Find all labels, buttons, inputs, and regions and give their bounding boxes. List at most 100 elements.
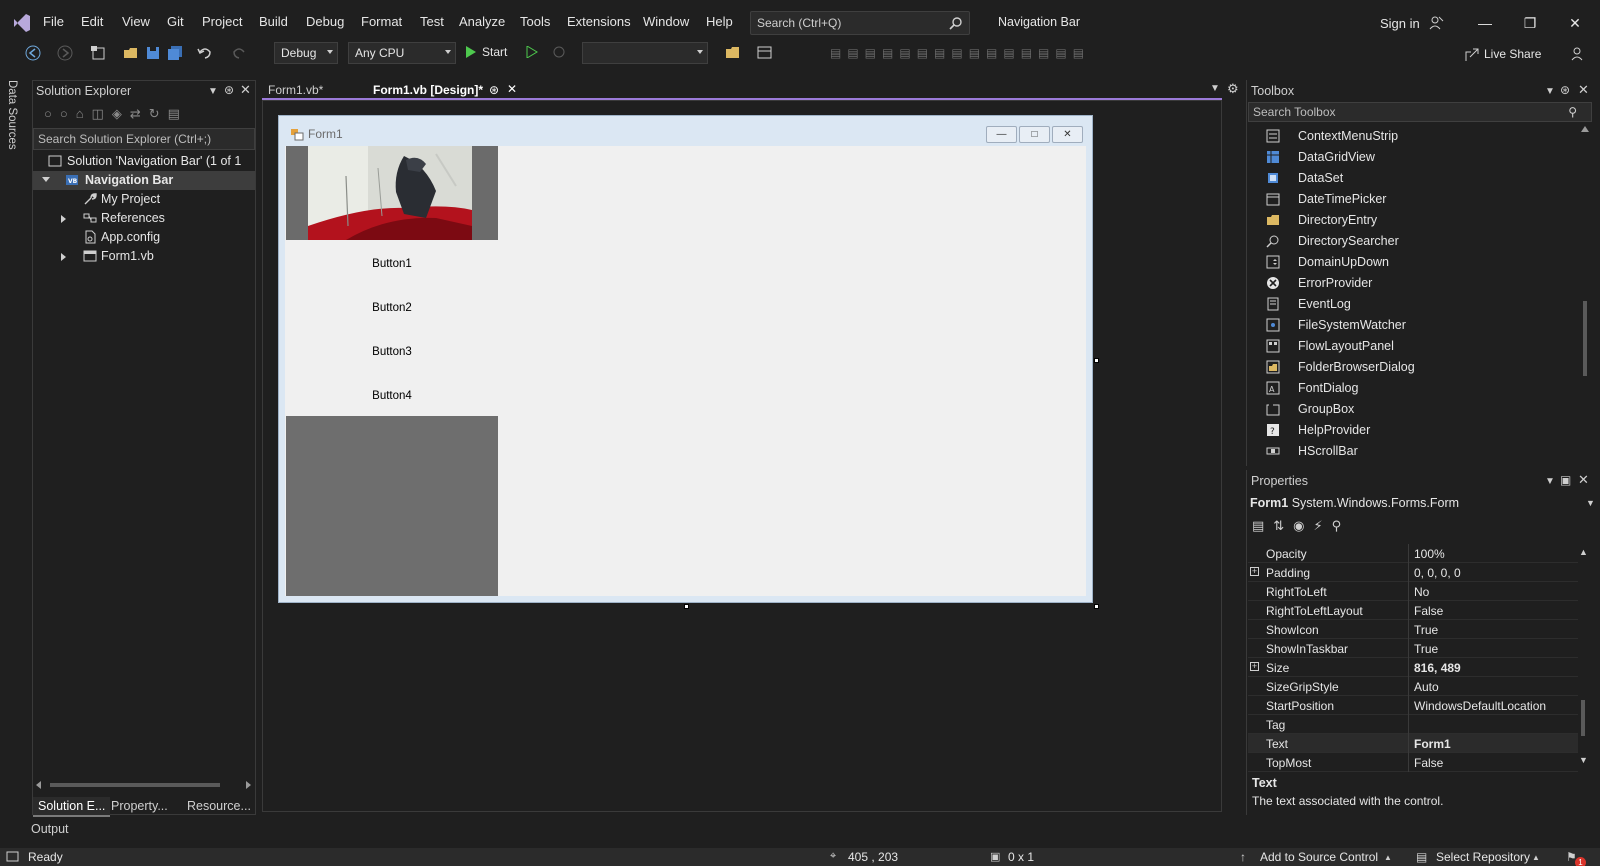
minimize-window-button[interactable]: — xyxy=(1470,10,1500,36)
open-file-icon[interactable] xyxy=(122,44,140,62)
global-search-input[interactable]: Search (Ctrl+Q) xyxy=(750,11,970,35)
property-value[interactable]: False xyxy=(1414,604,1443,618)
menu-view[interactable]: View xyxy=(122,14,150,29)
expand-plus-icon[interactable]: + xyxy=(1250,567,1259,576)
property-row[interactable]: Text Form1 xyxy=(1248,734,1578,753)
properties-toolbar[interactable]: ▤⇅◉⚡⚲ xyxy=(1252,518,1350,534)
configuration-dropdown[interactable]: Debug xyxy=(274,42,338,64)
tree-item-references[interactable]: References xyxy=(33,209,255,228)
save-all-icon[interactable] xyxy=(166,44,184,62)
toolbox-item[interactable]: DirectoryEntry xyxy=(1266,210,1566,231)
tab-list-chevron-down-icon[interactable]: ▼ xyxy=(1210,83,1220,94)
hot-reload-icon[interactable] xyxy=(552,45,566,59)
properties-scroll-thumb[interactable] xyxy=(1581,700,1585,736)
close-icon[interactable]: ✕ xyxy=(1578,82,1589,98)
properties-object-selector[interactable]: Form1 System.Windows.Forms.Form ▼ xyxy=(1250,496,1595,510)
property-value[interactable]: No xyxy=(1414,585,1429,599)
target-dropdown[interactable] xyxy=(582,42,708,64)
menu-build[interactable]: Build xyxy=(259,14,288,29)
property-row[interactable]: RightToLeft No xyxy=(1248,582,1578,601)
toolbox-item[interactable]: FileSystemWatcher xyxy=(1266,315,1566,336)
property-row[interactable]: + Size 816, 489 xyxy=(1248,658,1578,677)
resize-handle-bottom[interactable] xyxy=(684,604,689,609)
navigate-forward-icon[interactable] xyxy=(56,44,74,62)
menu-help[interactable]: Help xyxy=(706,14,733,29)
tab-solution-explorer[interactable]: Solution E... xyxy=(33,797,111,817)
tree-item-my-project[interactable]: My Project xyxy=(33,190,255,209)
panel-menu-chevron-down-icon[interactable]: ▼ xyxy=(1545,476,1555,487)
toolbox-item[interactable]: A FontDialog xyxy=(1266,378,1566,399)
tab-form1-design[interactable]: Form1.vb [Design]* ⊛ ✕ xyxy=(367,80,522,100)
start-play-icon[interactable] xyxy=(465,46,477,58)
save-icon[interactable] xyxy=(144,44,162,62)
form-button-2[interactable]: Button2 xyxy=(286,288,498,328)
solution-explorer-search-input[interactable]: Search Solution Explorer (Ctrl+;) xyxy=(33,128,255,150)
menu-analyze[interactable]: Analyze xyxy=(459,14,505,29)
menu-file[interactable]: File xyxy=(43,14,64,29)
expand-plus-icon[interactable]: + xyxy=(1250,662,1259,671)
property-row[interactable]: ShowIcon True xyxy=(1248,620,1578,639)
form-button-1[interactable]: Button1 xyxy=(286,244,498,284)
property-row[interactable]: + Padding 0, 0, 0, 0 xyxy=(1248,563,1578,582)
tree-item-app-config[interactable]: App.config xyxy=(33,228,255,247)
form-maximize-button[interactable]: □ xyxy=(1019,126,1050,143)
close-icon[interactable]: ✕ xyxy=(1578,472,1589,488)
panel-menu-chevron-down-icon[interactable]: ▼ xyxy=(208,86,218,97)
scroll-down-icon[interactable]: ▼ xyxy=(1579,755,1588,765)
tab-resource-view[interactable]: Resource... xyxy=(182,797,256,815)
select-repository-button[interactable]: Select Repository xyxy=(1436,850,1530,864)
close-window-button[interactable]: ✕ xyxy=(1560,10,1590,36)
form-panel[interactable] xyxy=(286,416,498,596)
toolbox-item[interactable]: ContextMenuStrip xyxy=(1266,126,1566,147)
data-sources-tab[interactable]: Data Sources xyxy=(6,80,26,160)
chevron-up-icon[interactable]: ▲ xyxy=(1384,853,1392,862)
pin-icon[interactable]: ⊛ xyxy=(1560,83,1570,97)
tab-order-icon[interactable] xyxy=(756,44,774,62)
close-tab-icon[interactable]: ✕ xyxy=(507,82,517,96)
horizontal-scrollbar[interactable] xyxy=(36,780,251,790)
toolbox-item[interactable]: DirectorySearcher xyxy=(1266,231,1566,252)
scroll-up-icon[interactable]: ▲ xyxy=(1579,547,1588,557)
property-value[interactable]: Auto xyxy=(1414,680,1439,694)
property-value[interactable]: WindowsDefaultLocation xyxy=(1414,699,1546,713)
property-value[interactable]: 816, 489 xyxy=(1414,661,1461,675)
menu-project[interactable]: Project xyxy=(202,14,242,29)
start-without-debugging-icon[interactable] xyxy=(526,46,538,58)
property-value[interactable]: 100% xyxy=(1414,547,1445,561)
property-row[interactable]: TopMost False xyxy=(1248,753,1578,772)
sign-in-link[interactable]: Sign in xyxy=(1380,16,1420,31)
menu-edit[interactable]: Edit xyxy=(81,14,103,29)
tree-item-form1[interactable]: Form1.vb xyxy=(33,247,255,266)
tab-property-manager[interactable]: Property... xyxy=(106,797,173,815)
add-to-source-control-button[interactable]: Add to Source Control xyxy=(1260,850,1378,864)
pin-icon[interactable]: ⊛ xyxy=(224,83,234,97)
tree-item-solution[interactable]: Solution 'Navigation Bar' (1 of 1 pro xyxy=(33,152,255,182)
property-row[interactable]: Opacity 100% xyxy=(1248,544,1578,563)
folder-view-icon[interactable] xyxy=(724,44,742,62)
resize-handle-corner[interactable] xyxy=(1094,604,1099,609)
expand-chevron-right-icon[interactable] xyxy=(61,215,66,223)
property-value[interactable]: Form1 xyxy=(1414,737,1451,751)
menu-window[interactable]: Window xyxy=(643,14,689,29)
picture-box[interactable] xyxy=(286,146,498,240)
toolbox-item[interactable]: FolderBrowserDialog xyxy=(1266,357,1566,378)
form-button-4[interactable]: Button4 xyxy=(286,376,498,416)
toolbox-item[interactable]: HScrollBar xyxy=(1266,441,1566,462)
property-value[interactable]: True xyxy=(1414,642,1438,656)
property-row[interactable]: Tag xyxy=(1248,715,1578,734)
property-row[interactable]: ShowInTaskbar True xyxy=(1248,639,1578,658)
toolbox-search-input[interactable]: Search Toolbox ⚲ xyxy=(1248,102,1592,122)
navigate-back-icon[interactable] xyxy=(24,44,42,62)
toolbox-item[interactable]: EventLog xyxy=(1266,294,1566,315)
form-close-button[interactable]: ✕ xyxy=(1052,126,1083,143)
account-person-icon[interactable] xyxy=(1428,15,1444,31)
restore-window-button[interactable]: ❐ xyxy=(1515,10,1545,36)
undo-icon[interactable] xyxy=(196,44,214,62)
resize-handle-right[interactable] xyxy=(1094,358,1099,363)
toolbox-scrollbar[interactable] xyxy=(1580,126,1590,466)
menu-format[interactable]: Format xyxy=(361,14,402,29)
toolbox-item[interactable]: GroupBox xyxy=(1266,399,1566,420)
toolbox-item[interactable]: ? HelpProvider xyxy=(1266,420,1566,441)
toolbox-item[interactable]: DataSet xyxy=(1266,168,1566,189)
property-value[interactable]: 0, 0, 0, 0 xyxy=(1414,566,1461,580)
